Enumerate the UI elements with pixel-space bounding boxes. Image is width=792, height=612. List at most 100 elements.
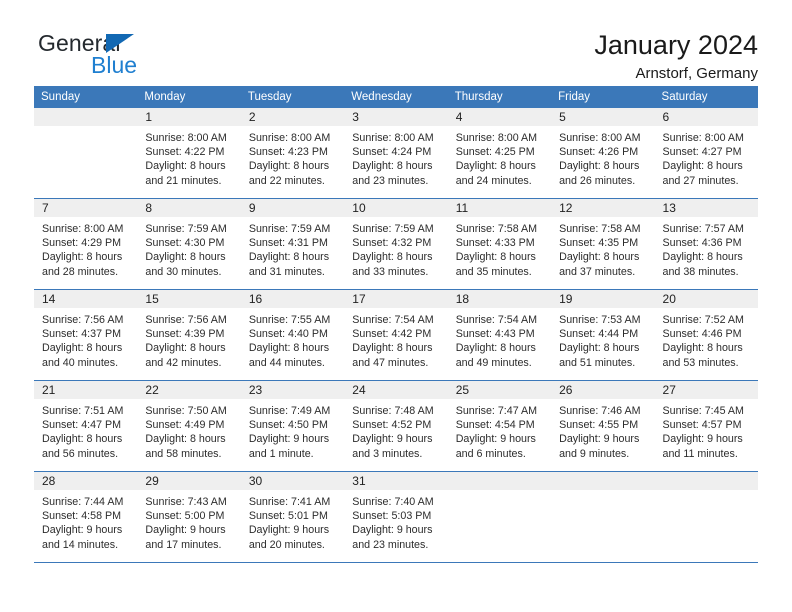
calendar-day-cell[interactable]: 23 Sunrise: 7:49 AM Sunset: 4:50 PM Dayligh…	[240, 380, 345, 472]
daylight-duration-line1: Daylight: 8 hours	[455, 342, 536, 355]
daylight-duration-line2: and 3 minutes.	[352, 447, 423, 460]
calendar-day-cell[interactable]: 12 Sunrise: 7:58 AM Sunset: 4:35 PM Dayligh…	[551, 198, 655, 290]
daylight-duration-line2: and 26 minutes.	[559, 174, 636, 187]
day-number: 2	[240, 108, 345, 126]
calendar-day-cell[interactable]: 14 Sunrise: 7:56 AM Sunset: 4:37 PM Dayligh…	[34, 289, 138, 381]
calendar-day-cell[interactable]: 4 Sunrise: 8:00 AM Sunset: 4:25 PM Daylight…	[447, 108, 552, 199]
sunrise-time: Sunrise: 8:00 AM	[145, 132, 227, 144]
calendar-day-cell[interactable]: 11 Sunrise: 7:58 AM Sunset: 4:33 PM Dayligh…	[447, 198, 552, 290]
calendar-day-cell[interactable]: 3 Sunrise: 8:00 AM Sunset: 4:24 PM Daylight…	[344, 108, 448, 199]
sunset-time: Sunset: 4:43 PM	[455, 328, 535, 341]
calendar-day-cell[interactable]: 7 Sunrise: 8:00 AM Sunset: 4:29 PM Daylight…	[34, 198, 138, 290]
day-number	[551, 472, 655, 490]
daylight-duration-line1: Daylight: 8 hours	[662, 160, 743, 173]
weekday-header-monday: Monday	[137, 86, 241, 108]
calendar-day-cell[interactable]: 13 Sunrise: 7:57 AM Sunset: 4:36 PM Dayligh…	[654, 198, 758, 290]
day-number: 13	[654, 199, 758, 217]
day-details: Sunrise: 7:49 AM Sunset: 4:50 PM Daylight:…	[241, 399, 344, 461]
calendar-day-cell[interactable]: 21 Sunrise: 7:51 AM Sunset: 4:47 PM Dayligh…	[34, 380, 138, 472]
sunset-time: Sunset: 4:22 PM	[145, 146, 225, 159]
day-details: Sunrise: 7:51 AM Sunset: 4:47 PM Daylight:…	[34, 399, 137, 461]
sunrise-time: Sunrise: 7:44 AM	[42, 496, 124, 508]
sunset-time: Sunset: 4:35 PM	[559, 237, 639, 250]
daylight-duration-line1: Daylight: 8 hours	[455, 251, 536, 264]
sunset-time: Sunset: 4:29 PM	[42, 237, 122, 250]
day-number: 5	[551, 108, 655, 126]
day-number: 10	[344, 199, 448, 217]
sunset-time: Sunset: 4:37 PM	[42, 328, 122, 341]
day-details: Sunrise: 7:54 AM Sunset: 4:42 PM Daylight:…	[344, 308, 447, 370]
calendar-day-cell[interactable]: 24 Sunrise: 7:48 AM Sunset: 4:52 PM Dayligh…	[344, 380, 448, 472]
daylight-duration-line1: Daylight: 8 hours	[248, 342, 330, 355]
daylight-duration-line2: and 27 minutes.	[662, 174, 739, 187]
weekday-header-saturday: Saturday	[654, 86, 758, 108]
calendar-day-cell[interactable]: 5 Sunrise: 8:00 AM Sunset: 4:26 PM Daylight…	[551, 108, 655, 199]
calendar-day-cell[interactable]: 27 Sunrise: 7:45 AM Sunset: 4:57 PM Dayligh…	[654, 380, 758, 472]
calendar-day-cell[interactable]: 15 Sunrise: 7:56 AM Sunset: 4:39 PM Dayligh…	[137, 289, 241, 381]
sunset-time: Sunset: 4:23 PM	[248, 146, 328, 159]
day-details: Sunrise: 7:44 AM Sunset: 4:58 PM Daylight:…	[34, 490, 137, 552]
calendar-day-cell[interactable]: 25 Sunrise: 7:47 AM Sunset: 4:54 PM Dayligh…	[447, 380, 552, 472]
calendar-day-cell-empty	[447, 471, 552, 563]
daylight-duration-line1: Daylight: 8 hours	[248, 160, 330, 173]
sunrise-time: Sunrise: 7:54 AM	[455, 314, 538, 326]
day-details: Sunrise: 8:00 AM Sunset: 4:27 PM Daylight:…	[655, 126, 758, 188]
calendar-day-cell[interactable]: 10 Sunrise: 7:59 AM Sunset: 4:32 PM Dayligh…	[344, 198, 448, 290]
daylight-duration-line1: Daylight: 9 hours	[248, 433, 330, 446]
calendar-day-cell[interactable]: 22 Sunrise: 7:50 AM Sunset: 4:49 PM Dayligh…	[137, 380, 241, 472]
calendar-day-cell[interactable]: 19 Sunrise: 7:53 AM Sunset: 4:44 PM Dayligh…	[551, 289, 655, 381]
day-number: 20	[654, 290, 758, 308]
day-number: 7	[34, 199, 138, 217]
daylight-duration-line1: Daylight: 8 hours	[248, 251, 330, 264]
weekday-header-friday: Friday	[551, 86, 655, 108]
day-details: Sunrise: 7:56 AM Sunset: 4:37 PM Daylight:…	[34, 308, 137, 370]
day-number: 8	[137, 199, 241, 217]
daylight-duration-line1: Daylight: 8 hours	[559, 342, 640, 355]
calendar-day-cell[interactable]: 29 Sunrise: 7:43 AM Sunset: 5:00 PM Dayligh…	[137, 471, 241, 563]
sunrise-time: Sunrise: 7:47 AM	[455, 405, 538, 417]
daylight-duration-line2: and 23 minutes.	[352, 174, 429, 187]
daylight-duration-line2: and 44 minutes.	[248, 356, 325, 369]
calendar-day-cell[interactable]: 9 Sunrise: 7:59 AM Sunset: 4:31 PM Daylight…	[240, 198, 345, 290]
day-details: Sunrise: 8:00 AM Sunset: 4:29 PM Daylight:…	[34, 217, 137, 279]
daylight-duration-line1: Daylight: 8 hours	[662, 342, 743, 355]
daylight-duration-line2: and 22 minutes.	[248, 174, 325, 187]
day-number: 9	[240, 199, 345, 217]
calendar-day-cell[interactable]: 17 Sunrise: 7:54 AM Sunset: 4:42 PM Dayligh…	[344, 289, 448, 381]
daylight-duration-line2: and 47 minutes.	[352, 356, 429, 369]
day-number	[34, 108, 138, 126]
sunset-time: Sunset: 4:25 PM	[455, 146, 535, 159]
daylight-duration-line2: and 20 minutes.	[248, 538, 325, 551]
sunrise-time: Sunrise: 8:00 AM	[248, 132, 331, 144]
calendar-day-cell[interactable]: 1 Sunrise: 8:00 AM Sunset: 4:22 PM Daylight…	[137, 108, 241, 199]
calendar-week-row: 7 Sunrise: 8:00 AM Sunset: 4:29 PM Daylight…	[34, 198, 758, 290]
calendar-day-cell[interactable]: 26 Sunrise: 7:46 AM Sunset: 4:55 PM Dayligh…	[551, 380, 655, 472]
day-details: Sunrise: 7:46 AM Sunset: 4:55 PM Daylight:…	[551, 399, 654, 461]
calendar-day-cell[interactable]: 30 Sunrise: 7:41 AM Sunset: 5:01 PM Dayligh…	[240, 471, 345, 563]
calendar-day-cell[interactable]: 18 Sunrise: 7:54 AM Sunset: 4:43 PM Dayligh…	[447, 289, 552, 381]
daylight-duration-line1: Daylight: 8 hours	[42, 342, 123, 355]
sunrise-time: Sunrise: 7:46 AM	[559, 405, 641, 417]
sunset-time: Sunset: 4:47 PM	[42, 419, 122, 432]
calendar-week-row: 21 Sunrise: 7:51 AM Sunset: 4:47 PM Dayligh…	[34, 380, 758, 472]
daylight-duration-line1: Daylight: 9 hours	[352, 433, 433, 446]
calendar-day-cell[interactable]: 2 Sunrise: 8:00 AM Sunset: 4:23 PM Daylight…	[240, 108, 345, 199]
daylight-duration-line1: Daylight: 9 hours	[145, 524, 226, 537]
day-number	[654, 472, 758, 490]
day-details: Sunrise: 7:53 AM Sunset: 4:44 PM Daylight:…	[551, 308, 654, 370]
daylight-duration-line1: Daylight: 9 hours	[248, 524, 330, 537]
logo-triangle-icon	[106, 34, 134, 53]
day-details: Sunrise: 7:45 AM Sunset: 4:57 PM Daylight:…	[655, 399, 758, 461]
weekday-header-tuesday: Tuesday	[240, 86, 345, 108]
day-number: 19	[551, 290, 655, 308]
daylight-duration-line2: and 49 minutes.	[455, 356, 532, 369]
sunset-time: Sunset: 4:44 PM	[559, 328, 639, 341]
calendar-day-cell[interactable]: 8 Sunrise: 7:59 AM Sunset: 4:30 PM Daylight…	[137, 198, 241, 290]
calendar-day-cell[interactable]: 16 Sunrise: 7:55 AM Sunset: 4:40 PM Dayligh…	[240, 289, 345, 381]
calendar-day-cell[interactable]: 6 Sunrise: 8:00 AM Sunset: 4:27 PM Daylight…	[654, 108, 758, 199]
daylight-duration-line1: Daylight: 8 hours	[559, 251, 640, 264]
calendar-day-cell[interactable]: 20 Sunrise: 7:52 AM Sunset: 4:46 PM Dayligh…	[654, 289, 758, 381]
sunrise-time: Sunrise: 7:51 AM	[42, 405, 124, 417]
calendar-day-cell[interactable]: 31 Sunrise: 7:40 AM Sunset: 5:03 PM Dayligh…	[344, 471, 448, 563]
calendar-day-cell[interactable]: 28 Sunrise: 7:44 AM Sunset: 4:58 PM Dayligh…	[34, 471, 138, 563]
